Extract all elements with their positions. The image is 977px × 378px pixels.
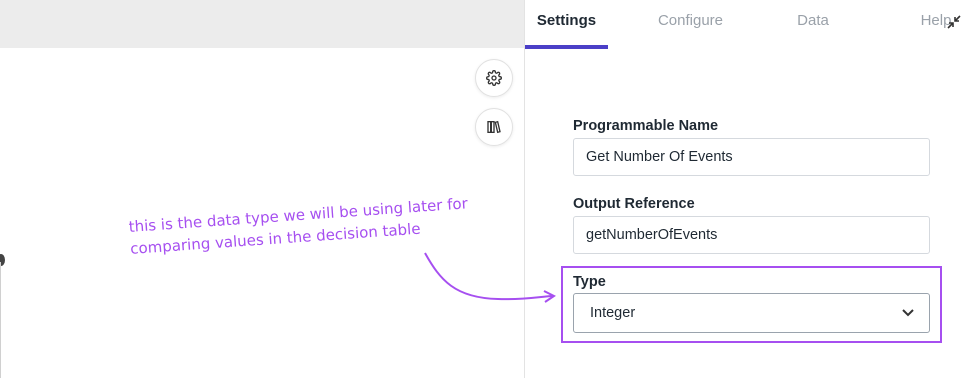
- annotation-highlight-box: [561, 266, 942, 343]
- output-reference-input[interactable]: getNumberOfEvents: [573, 216, 930, 254]
- gear-icon: [486, 70, 502, 86]
- programmable-name-input[interactable]: Get Number Of Events: [573, 138, 930, 176]
- panel-divider: [524, 0, 525, 378]
- settings-tabs: Settings Configure Data Help: [525, 0, 977, 48]
- tab-configure[interactable]: Configure: [643, 0, 738, 48]
- canvas-topbar: [0, 0, 524, 48]
- tab-settings[interactable]: Settings: [525, 0, 608, 48]
- node-connector-line: [0, 262, 1, 378]
- settings-button[interactable]: [475, 59, 513, 97]
- collapse-arrows-icon[interactable]: [946, 14, 962, 30]
- output-reference-label: Output Reference: [573, 196, 695, 212]
- programmable-name-label: Programmable Name: [573, 118, 719, 134]
- active-tab-indicator: [525, 45, 608, 49]
- books-icon: [487, 120, 501, 134]
- tab-data[interactable]: Data: [783, 0, 843, 48]
- canvas-area: [0, 0, 524, 378]
- library-button[interactable]: [475, 108, 513, 146]
